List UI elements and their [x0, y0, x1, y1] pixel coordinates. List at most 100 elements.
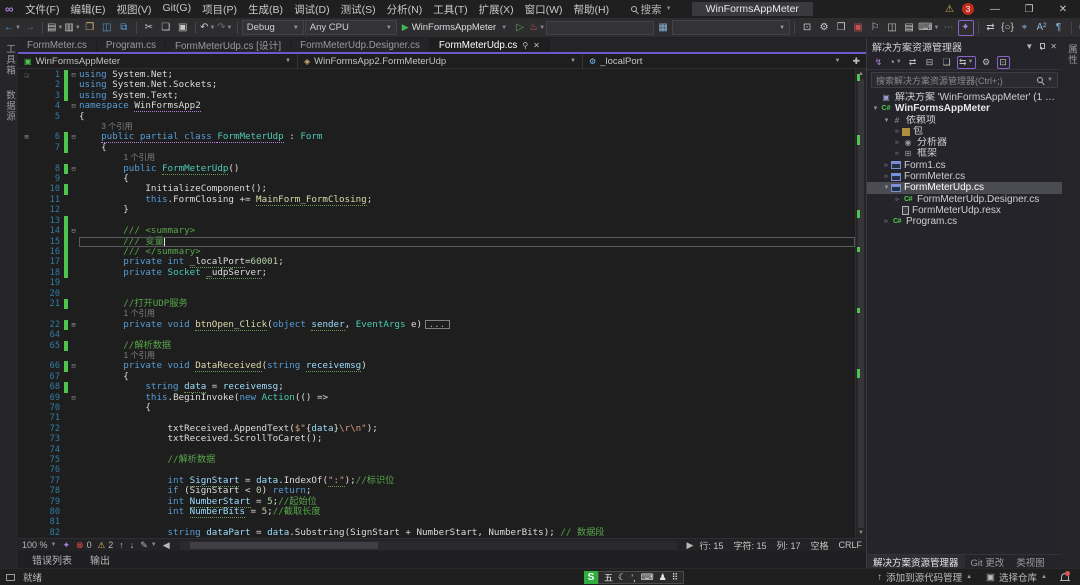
- panel-menu-icon[interactable]: ▼: [1025, 42, 1033, 51]
- chevron-collapsed-icon[interactable]: ▹: [882, 160, 891, 171]
- copy-icon[interactable]: ❏: [158, 20, 174, 36]
- editor-horizontal-scrollbar[interactable]: [180, 541, 677, 550]
- menu-item-v[interactable]: 视图(V): [111, 2, 157, 17]
- code-line[interactable]: 21 //打开UDP服务: [18, 299, 855, 309]
- tab-FormMeterUdp.cs[interactable]: FormMeterUdp.cs [设计]: [166, 38, 291, 52]
- error-count-button[interactable]: ⊗ 0: [76, 540, 92, 551]
- configuration-select[interactable]: Debug▼: [242, 20, 304, 35]
- code-line[interactable]: 7 {: [18, 143, 855, 153]
- scrollbar-thumb[interactable]: [858, 79, 864, 528]
- menu-item-b[interactable]: 生成(B): [243, 2, 289, 17]
- panel-tab-错误列表[interactable]: 错误列表: [24, 551, 80, 568]
- member-dropdown[interactable]: ⚙ _localPort ▼: [583, 54, 846, 68]
- switch-views-icon[interactable]: ↯: [872, 56, 885, 69]
- save-all-icon[interactable]: ⧉: [116, 20, 132, 36]
- fold-marker[interactable]: ⊟: [68, 132, 79, 142]
- chevron-collapsed-icon[interactable]: ▹: [893, 148, 902, 159]
- ime-option[interactable]: ☾: [618, 572, 626, 583]
- add-to-source-control-button[interactable]: ↑ 添加到源代码管理 ▲: [877, 570, 972, 584]
- split-window-button[interactable]: ✚: [852, 56, 860, 67]
- tab-FormMeterUdp.Designer.cs[interactable]: FormMeterUdp.Designer.cs: [291, 38, 430, 52]
- tree-item-[interactable]: ▹包: [867, 126, 1062, 137]
- code-line[interactable]: 12 }: [18, 205, 855, 215]
- tree-item-[interactable]: ▾#依赖项: [867, 115, 1062, 126]
- chevron-collapsed-icon[interactable]: ▹: [882, 171, 891, 182]
- chevron-collapsed-icon[interactable]: ▹: [893, 126, 902, 137]
- feature-search-icon[interactable]: ▦: [655, 20, 671, 36]
- properties-wrench-icon[interactable]: ⚙: [980, 56, 993, 69]
- ime-option[interactable]: ♟: [659, 572, 667, 583]
- sync-selection-icon[interactable]: ⇄: [906, 56, 919, 69]
- tree-item-[interactable]: ▹◉分析器: [867, 137, 1062, 148]
- tab-FormMeter.cs[interactable]: FormMeter.cs: [18, 38, 97, 52]
- chevron-collapsed-icon[interactable]: ▹: [882, 216, 891, 227]
- paste-icon[interactable]: ▣: [175, 20, 191, 36]
- fold-marker[interactable]: ⊟: [68, 164, 79, 174]
- ime-option[interactable]: 五: [604, 571, 613, 584]
- code-line[interactable]: 19: [18, 278, 855, 288]
- close-button[interactable]: ✕: [1050, 4, 1076, 15]
- code-line[interactable]: 80 int NumberBits = 5;//截取长度: [18, 507, 855, 517]
- cut-icon[interactable]: ✂: [141, 20, 157, 36]
- restore-button[interactable]: ❐: [1016, 4, 1042, 15]
- menu-item-t[interactable]: 工具(T): [428, 2, 473, 17]
- chevron-collapsed-icon[interactable]: ▹: [893, 194, 902, 205]
- document-health-icon[interactable]: ✦: [62, 540, 70, 551]
- tab-Program.cs[interactable]: Program.cs: [97, 38, 166, 52]
- open-file-icon[interactable]: ❐: [82, 20, 98, 36]
- ime-option[interactable]: ’,: [631, 573, 636, 583]
- pin-icon[interactable]: ⚲: [522, 41, 528, 50]
- tree-item-[interactable]: ▹⊞框架: [867, 148, 1062, 159]
- sync-with-active-document-icon[interactable]: ⇆▼: [957, 56, 976, 69]
- panel-tab-Git更改[interactable]: Git 更改: [965, 555, 1011, 568]
- tree-item-WinFormsAppMeter[interactable]: ▾C#WinFormsAppMeter: [867, 103, 1062, 114]
- ime-toolbar[interactable]: S 五☾’,⌨♟⠿: [584, 571, 684, 584]
- caret-char-indicator[interactable]: 字符: 15: [733, 539, 766, 552]
- preview-selected-icon[interactable]: ⊡: [997, 56, 1010, 69]
- solution-search-input[interactable]: 搜索解决方案资源管理器(Ctrl+;) ▼: [871, 72, 1058, 88]
- select-pointer-icon[interactable]: ⌖: [1017, 20, 1033, 36]
- fold-marker[interactable]: ⊟: [68, 70, 79, 80]
- scroll-right-icon[interactable]: ▶: [687, 540, 694, 551]
- notification-badge[interactable]: 3: [962, 3, 974, 15]
- code-line[interactable]: 18 private Socket _udpServer;: [18, 268, 855, 278]
- code-area[interactable]: ❏1⊟using System.Net;2using System.Net.So…: [18, 69, 855, 538]
- code-line[interactable]: 4⊟namespace WinFormsApp2: [18, 101, 855, 111]
- menu-item-s[interactable]: 测试(S): [335, 2, 381, 17]
- chevron-expanded-icon[interactable]: ▾: [871, 103, 880, 114]
- side-tab-属性[interactable]: 属性: [1064, 44, 1078, 65]
- tree-item-FormMeterUdp.resx[interactable]: FormMeterUdp.resx: [867, 205, 1062, 216]
- undo-icon[interactable]: ↶▼: [200, 20, 216, 36]
- panel-tab-输出[interactable]: 输出: [82, 551, 118, 568]
- chevron-expanded-icon[interactable]: ▾: [882, 115, 891, 126]
- ime-option[interactable]: ⠿: [672, 572, 679, 583]
- code-line[interactable]: 8⊟ public FormMeterUdp(): [18, 164, 855, 174]
- menu-item-x[interactable]: 扩展(X): [473, 2, 519, 17]
- project-dropdown[interactable]: ▣ WinFormsAppMeter ▼: [18, 54, 298, 68]
- feedback-smiley-icon[interactable]: [6, 574, 15, 581]
- tree-item-Program.cs[interactable]: ▹C#Program.cs: [867, 216, 1062, 227]
- scroll-left-icon[interactable]: ◀: [163, 540, 170, 551]
- code-line[interactable]: 73 txtReceived.ScrollToCaret();: [18, 434, 855, 444]
- code-line[interactable]: ⊞6⊟ public partial class FormMeterUdp : …: [18, 132, 855, 142]
- menu-item-gitg[interactable]: Git(G): [157, 2, 197, 17]
- next-issue-icon[interactable]: ↓: [130, 540, 135, 550]
- chevron-expanded-icon[interactable]: ▾: [882, 182, 891, 193]
- command-window-icon[interactable]: ⌨▼: [918, 20, 939, 36]
- scroll-down-icon[interactable]: ▼: [856, 528, 866, 538]
- pending-changes-filter-icon[interactable]: ◔▼: [889, 56, 902, 69]
- tree-item-FormMeterUdp.Designer.cs[interactable]: ▹C#FormMeterUdp.Designer.cs: [867, 194, 1062, 205]
- side-tab-工具箱[interactable]: 工具箱: [2, 44, 16, 76]
- add-new-item-icon[interactable]: ▥▼: [64, 20, 80, 36]
- notifications-bell-button[interactable]: [1061, 572, 1074, 583]
- code-line[interactable]: 66⊟ private void DataReceived(string rec…: [18, 361, 855, 371]
- intellicode-icon[interactable]: ✦: [958, 20, 974, 36]
- toolbar-combo[interactable]: ▼: [672, 20, 790, 35]
- hot-reload-icon[interactable]: ♨▼: [529, 20, 545, 36]
- tree-item-FormMeterUdp.cs[interactable]: ▾FormMeterUdp.cs: [867, 182, 1062, 193]
- navigate-symbol-icon[interactable]: ⇄: [983, 20, 999, 36]
- notification-warning-icon[interactable]: ⚠: [945, 4, 954, 15]
- fold-marker[interactable]: ⊟: [68, 226, 79, 236]
- new-project-icon[interactable]: ▤▼: [47, 20, 63, 36]
- save-icon[interactable]: ◫: [99, 20, 115, 36]
